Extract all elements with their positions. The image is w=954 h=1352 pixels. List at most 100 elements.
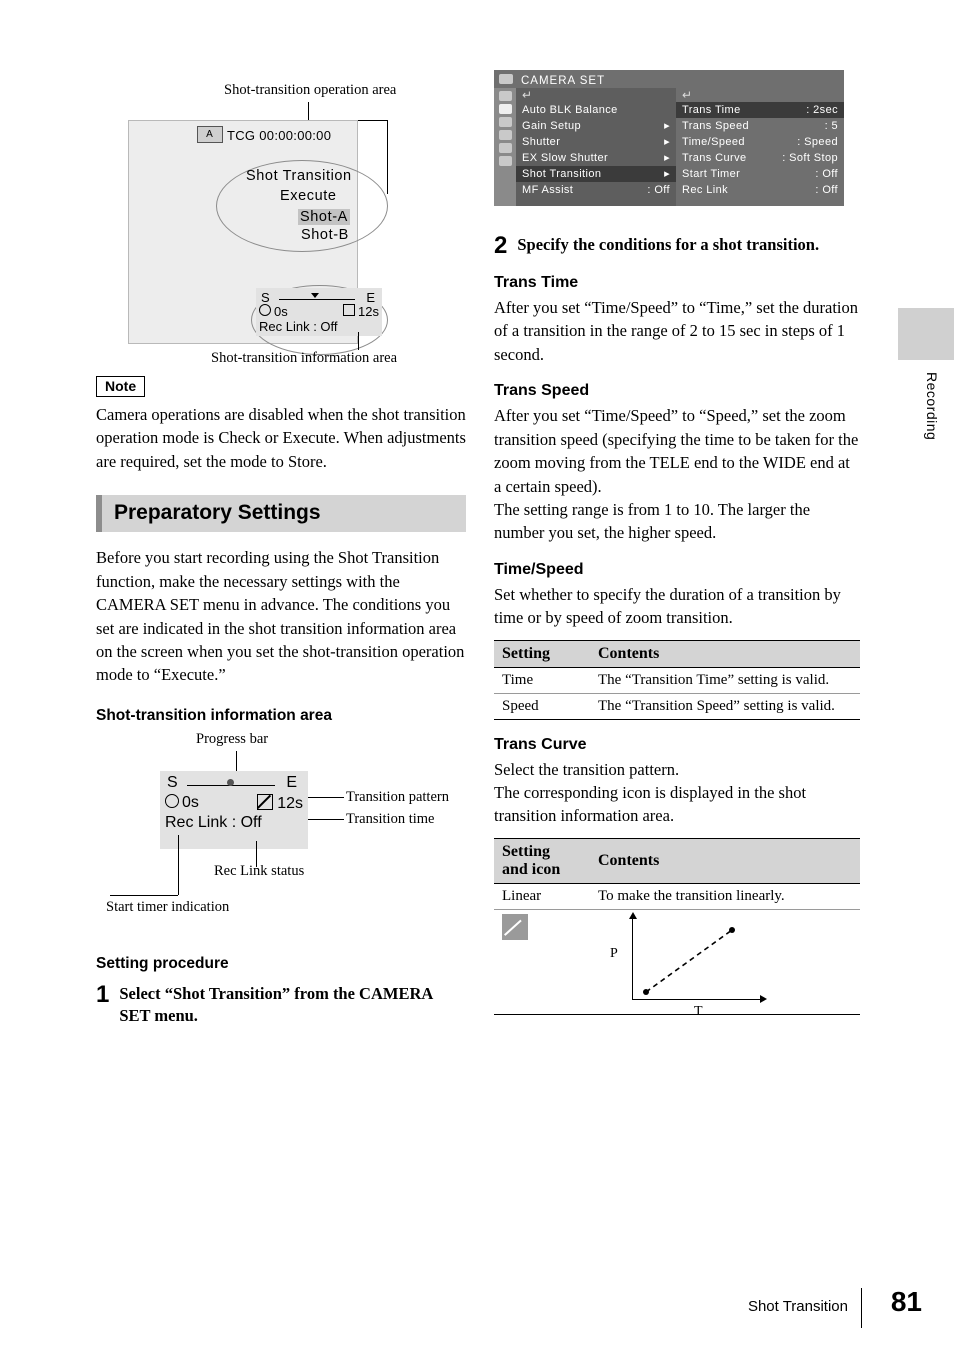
menu-item-label: Shot Transition [522,168,602,180]
transition-pattern-value: 12s [257,793,303,813]
menu-item-label: Start Timer [682,168,741,180]
menu-icon [498,156,512,166]
graph-y-label: P [610,945,618,961]
progress-marker-icon [227,778,234,786]
col-setting-line1: Setting [502,842,550,860]
col-contents: Contents [590,639,860,668]
menu-item-start-timer[interactable]: Start Timer : Off [676,166,844,182]
footer-divider [861,1288,862,1328]
start-timer-value: 0s [259,304,288,319]
info-timer-row: 0s 12s [259,304,379,319]
progress-start-label: S [261,290,270,305]
col-setting: Setting [494,639,590,668]
menu-title: CAMERA SET [521,75,606,87]
cell-graph: P T [590,909,860,1019]
cell-contents: The “Transition Time” setting is valid. [590,667,860,694]
table-trans-curve: Setting and icon Contents Linear To make… [494,837,860,1019]
leader-line [308,818,344,820]
side-tab-marker [898,308,954,360]
right-column: CAMERA SET ↵ Auto BLK Balance Gain Setup… [494,70,860,1019]
table-header-row: Setting and icon Contents [494,837,860,884]
head-trans-curve: Trans Curve [494,735,587,753]
leader-line [358,332,359,350]
head-trans-speed: Trans Speed [494,382,590,400]
menu-item-label: Rec Link [682,184,728,196]
label-progress-bar: Progress bar [196,730,269,747]
info-timer-row: 0s 12s [165,793,303,813]
label-transition-pattern: Transition pattern [346,788,449,805]
note-block: Note Camera operations are disabled when… [96,376,466,473]
menu-item-value: : Off [815,184,838,196]
leader-line [308,796,344,798]
menu-right-pane: ↵ Trans Time : 2sec Trans Speed : 5 Time… [676,88,844,206]
linear-curve-graph: P T [610,911,802,1019]
label-start-timer: Start timer indication [106,898,230,915]
execute-label: Execute [280,188,337,204]
menu-item-label: Gain Setup [522,120,582,132]
col-setting-line2: and icon [502,860,561,878]
menu-item-ex-slow-shutter[interactable]: EX Slow Shutter ▸ [516,150,676,166]
table-row: Linear To make the transition linearly. [494,883,860,910]
rec-link-status: Rec Link : Off [259,319,338,334]
menu-item-label: EX Slow Shutter [522,152,609,164]
menu-item-label: Time/Speed [682,136,745,148]
menu-item-trans-speed[interactable]: Trans Speed : 5 [676,118,844,134]
section-paragraph: Before you start recording using the Sho… [96,548,465,685]
start-timer-value: 0s [165,794,199,812]
menu-item-auto-blk-balance[interactable]: Auto BLK Balance [516,102,676,118]
subhead-info-area: Shot-transition information area [96,706,332,724]
menu-item-shutter[interactable]: Shutter ▸ [516,134,676,150]
cell-setting: Speed [494,693,590,720]
table-row: Speed The “Transition Speed” setting is … [494,693,860,720]
progress-marker-icon [311,293,319,298]
cell-setting: Linear [494,883,590,910]
timecode-label: TCG 00:00:00:00 [227,128,332,143]
table-row-graph: P T [494,909,860,1019]
head-trans-time: Trans Time [494,274,579,291]
table-row: Time The “Transition Time” setting is va… [494,667,860,694]
transition-time-value: 12s [343,304,379,319]
rec-link-status: Rec Link : Off [165,813,262,831]
menu-item-label: Trans Speed [682,120,749,132]
leader-line [308,102,309,120]
menu-item-value: : Off [647,184,670,196]
menu-icon [498,117,512,127]
figure-viewfinder: Shot-transition operation area A TCG 00:… [96,70,466,370]
menu-item-value: ▸ [664,136,670,148]
menu-item-value: : Off [815,168,838,180]
progress-end-label: E [286,773,297,791]
step-number: 2 [494,232,508,259]
menu-icon [498,91,512,101]
menu-item-mf-assist[interactable]: MF Assist : Off [516,182,676,198]
menu-item-time-speed[interactable]: Time/Speed : Speed [676,134,844,150]
menu-item-rec-link[interactable]: Rec Link : Off [676,182,844,198]
cell-linear-icon [494,909,590,1015]
menu-item-shot-transition[interactable]: Shot Transition ▸ [516,166,676,182]
leader-line [387,120,388,194]
menu-item-gain-setup[interactable]: Gain Setup ▸ [516,118,676,134]
figure1-label-top: Shot-transition operation area [224,82,397,98]
leader-line [110,894,178,896]
cell-contents: To make the transition linearly. [590,883,860,910]
slot-a-icon: A [197,126,223,143]
graph-line [645,929,733,993]
page-number: 81 [890,1286,922,1317]
menu-item-trans-time[interactable]: Trans Time : 2sec [676,102,844,118]
shot-b-label: Shot-B [301,227,349,243]
graph-point-end [729,926,735,933]
col-contents: Contents [590,837,860,884]
menu-item-value: : Speed [797,136,838,148]
menu-item-label: MF Assist [522,184,574,196]
info-area-box: S E 0s 12s Rec Link : Off [160,770,308,849]
col-contents-label: Contents [598,851,660,869]
menu-item-value: ▸ [664,168,670,180]
camera-icon [499,74,513,84]
menu-item-trans-curve[interactable]: Trans Curve : Soft Stop [676,150,844,166]
camera-set-menu-screenshot: CAMERA SET ↵ Auto BLK Balance Gain Setup… [494,70,844,206]
shot-a-label: Shot-A [298,209,350,225]
figure1-label-bottom: Shot-transition information area [211,350,398,366]
progress-start-label: S [167,773,178,791]
body-trans-speed-2: The setting range is from 1 to 10. The l… [494,499,811,543]
body-trans-curve-1: Select the transition pattern. [494,759,680,779]
linear-curve-icon [502,913,528,940]
